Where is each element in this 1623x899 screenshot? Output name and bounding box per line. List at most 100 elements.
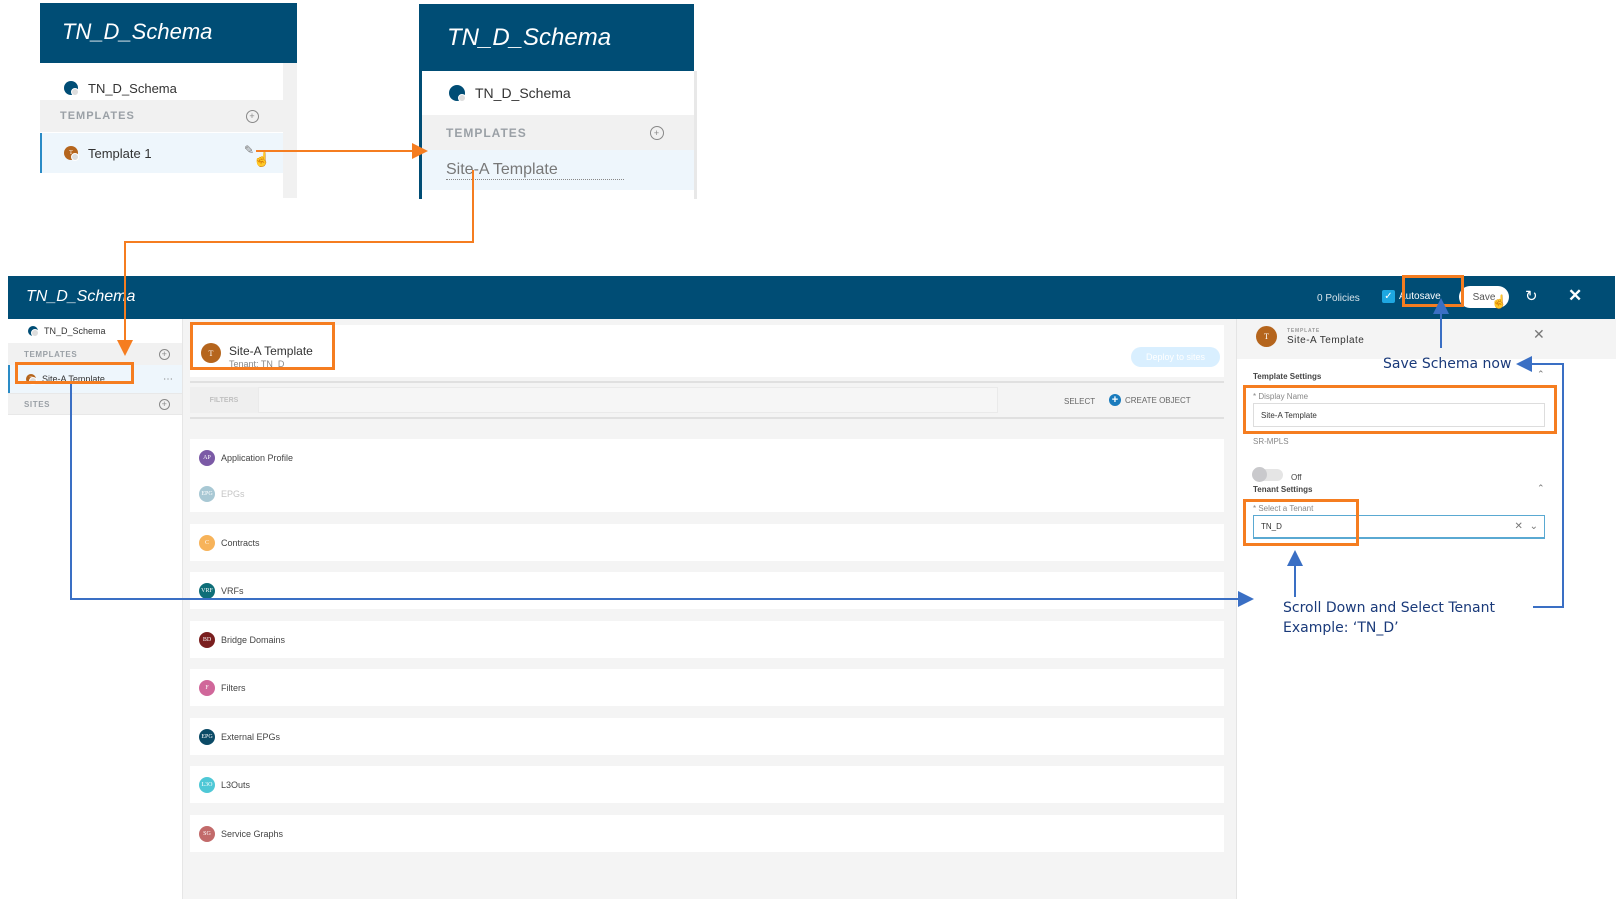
policies-count: 0 Policies bbox=[1317, 293, 1360, 304]
object-row[interactable]: C Contracts bbox=[190, 524, 1224, 561]
add-template-icon[interactable]: + bbox=[159, 348, 170, 360]
sr-mpls-state: Off bbox=[1291, 473, 1302, 482]
chevron-down-icon[interactable]: ⌄ bbox=[1530, 521, 1538, 532]
highlight-template-header bbox=[190, 322, 335, 370]
hand-pointer-icon: ☝ bbox=[1491, 294, 1508, 309]
schema-header: TN_D_Schema bbox=[422, 4, 694, 71]
schema-row[interactable]: TN_D_Schema bbox=[40, 63, 283, 101]
create-object-button[interactable]: + CREATE OBJECT bbox=[1109, 394, 1191, 406]
schema-name: TN_D_Schema bbox=[475, 85, 571, 101]
templates-label: TEMPLATES bbox=[446, 125, 527, 140]
sidebar-rail bbox=[283, 63, 297, 198]
highlight-sidebar-template bbox=[15, 362, 134, 384]
object-label: Bridge Domains bbox=[221, 634, 286, 645]
object-label: Application Profile bbox=[221, 452, 294, 463]
template-name-input[interactable]: Site-A Template bbox=[422, 150, 694, 190]
object-type-icon: VRF bbox=[199, 582, 215, 599]
sidebar-rail bbox=[694, 71, 697, 199]
template-name: Template 1 bbox=[88, 145, 152, 161]
sidebar-item-template-1[interactable]: T Template 1 ✎ ☝ bbox=[40, 133, 283, 173]
chevron-up-icon[interactable]: ⌃ bbox=[1537, 369, 1545, 380]
sites-label: SITES bbox=[24, 399, 51, 409]
plus-circle-icon: + bbox=[1109, 394, 1121, 406]
deploy-to-sites-button[interactable]: Deploy to sites bbox=[1131, 347, 1220, 367]
ellipsis-icon[interactable]: ⋯ bbox=[163, 374, 174, 385]
object-type-icon: L3O bbox=[199, 776, 215, 793]
templates-section-header: TEMPLATES + bbox=[422, 115, 694, 150]
template-avatar: T bbox=[1256, 326, 1277, 347]
schema-row[interactable]: TN_D_Schema bbox=[8, 319, 182, 343]
templates-section-header: TEMPLATES + bbox=[40, 100, 283, 132]
schema-name: TN_D_Schema bbox=[88, 80, 177, 96]
clear-icon[interactable]: ✕ bbox=[1514, 521, 1522, 532]
panel-kind-label: TEMPLATE bbox=[1287, 328, 1320, 334]
add-template-icon[interactable]: + bbox=[246, 109, 259, 123]
sites-section-header: SITES + bbox=[8, 393, 182, 415]
object-row[interactable]: L3O L3Outs bbox=[190, 766, 1224, 803]
object-label: EPGs bbox=[221, 488, 245, 499]
object-label: Service Graphs bbox=[221, 828, 284, 839]
object-row[interactable]: F Filters bbox=[190, 669, 1224, 706]
chevron-up-icon[interactable]: ⌃ bbox=[1537, 483, 1545, 494]
sr-mpls-label: SR-MPLS bbox=[1253, 437, 1289, 446]
create-object-label: CREATE OBJECT bbox=[1125, 395, 1191, 405]
schema-icon bbox=[64, 81, 79, 96]
schema-icon bbox=[28, 326, 39, 337]
tenant-settings-heading: Tenant Settings bbox=[1253, 485, 1313, 494]
close-panel-icon[interactable]: ✕ bbox=[1533, 326, 1545, 343]
hand-pointer-icon: ☝ bbox=[253, 151, 271, 167]
object-row[interactable]: BD Bridge Domains bbox=[190, 621, 1224, 658]
snapshot-before-rename: TN_D_Schema TN_D_Schema TEMPLATES + T Te… bbox=[40, 3, 297, 198]
tenant-note-line-1: Scroll Down and Select Tenant bbox=[1283, 600, 1495, 616]
schema-name: TN_D_Schema bbox=[44, 326, 106, 336]
object-row[interactable]: EPG EPGs bbox=[190, 475, 1224, 512]
tenant-note-line-2: Example: ‘TN_D’ bbox=[1283, 620, 1399, 636]
object-label: External EPGs bbox=[221, 731, 281, 742]
refresh-icon[interactable]: ↻ bbox=[1525, 287, 1538, 305]
object-row[interactable]: VRF VRFs bbox=[190, 572, 1224, 609]
panel-header: T TEMPLATE Site-A Template ✕ bbox=[1237, 319, 1616, 359]
sidebar: TN_D_Schema TEMPLATES + T Site-A Templat… bbox=[8, 319, 183, 899]
snapshot-renaming: TN_D_Schema TN_D_Schema TEMPLATES + Site… bbox=[419, 4, 697, 199]
object-type-icon: EPG bbox=[199, 485, 215, 502]
highlight-display-name bbox=[1243, 385, 1557, 434]
object-label: L3Outs bbox=[221, 779, 251, 790]
templates-label: TEMPLATES bbox=[60, 110, 135, 122]
schema-row[interactable]: TN_D_Schema bbox=[422, 71, 694, 115]
schema-header: TN_D_Schema bbox=[40, 3, 297, 63]
top-bar: TN_D_Schema 0 Policies ✓ Autosave Save ☝… bbox=[8, 276, 1615, 319]
object-row[interactable]: EPG External EPGs bbox=[190, 718, 1224, 755]
panel-template-name: Site-A Template bbox=[1287, 335, 1365, 346]
highlight-tenant-select bbox=[1243, 499, 1359, 546]
template-icon: T bbox=[64, 146, 79, 161]
select-button[interactable]: SELECT bbox=[1064, 397, 1095, 406]
save-schema-note: Save Schema now bbox=[1383, 356, 1512, 372]
sr-mpls-toggle[interactable] bbox=[1252, 467, 1283, 482]
toggle-knob bbox=[1252, 467, 1267, 482]
autosave-checkbox[interactable]: ✓ bbox=[1382, 290, 1395, 303]
object-label: Filters bbox=[221, 682, 246, 693]
object-row[interactable]: SG Service Graphs bbox=[190, 815, 1224, 852]
highlight-save-button bbox=[1402, 275, 1464, 307]
add-template-icon[interactable]: + bbox=[650, 125, 664, 140]
schema-title: TN_D_Schema bbox=[26, 288, 136, 305]
filter-bar: FILTERS SELECT + CREATE OBJECT bbox=[190, 381, 1224, 419]
template-canvas: T Site-A Template Tenant: TN_D Deploy to… bbox=[190, 319, 1233, 899]
templates-label: TEMPLATES bbox=[24, 349, 78, 359]
object-label: VRFs bbox=[221, 585, 244, 596]
close-icon[interactable]: ✕ bbox=[1568, 286, 1582, 306]
template-name-editing[interactable]: Site-A Template bbox=[446, 161, 624, 180]
filters-label[interactable]: FILTERS bbox=[190, 387, 258, 413]
template-header: T Site-A Template Tenant: TN_D Deploy to… bbox=[190, 325, 1224, 377]
object-type-icon: SG bbox=[199, 825, 215, 842]
schema-icon bbox=[449, 85, 466, 102]
filter-input[interactable] bbox=[258, 387, 998, 413]
template-settings-heading: Template Settings bbox=[1253, 372, 1322, 381]
object-type-icon: C bbox=[199, 534, 215, 551]
add-site-icon[interactable]: + bbox=[159, 398, 170, 410]
object-row[interactable]: AP Application Profile bbox=[190, 439, 1224, 476]
select-controls: ✕ ⌄ bbox=[1514, 521, 1538, 532]
object-type-icon: F bbox=[199, 679, 215, 696]
object-type-icon: EPG bbox=[199, 728, 215, 745]
object-label: Contracts bbox=[221, 537, 260, 548]
